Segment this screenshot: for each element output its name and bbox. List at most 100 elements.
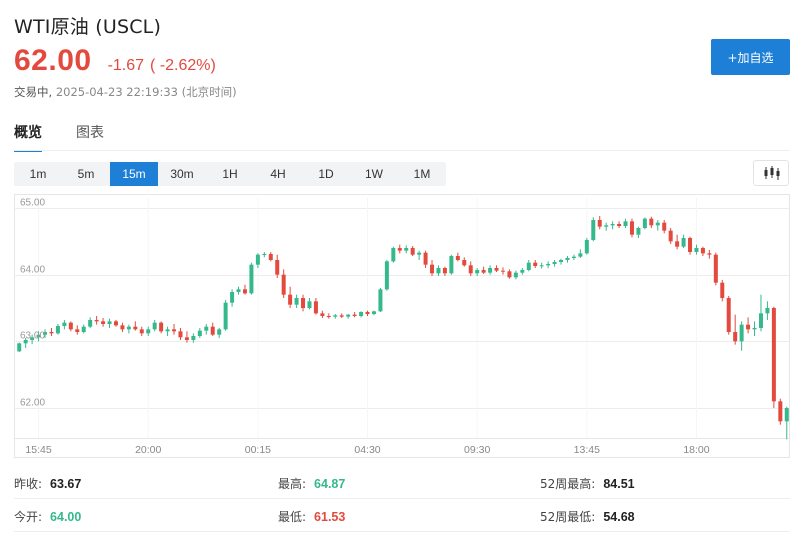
candle-body	[752, 328, 757, 330]
y-tick-label: 62.00	[20, 398, 45, 409]
stats-row-1: 昨收: 63.67 最高: 64.87 52周最高: 84.51	[14, 466, 790, 499]
stat-open: 今开: 64.00	[14, 508, 81, 525]
candle-body	[68, 322, 73, 330]
stat-label: 昨收:	[14, 477, 43, 491]
candle-body	[675, 241, 680, 247]
candle-body	[513, 272, 518, 278]
candle-body	[391, 248, 396, 262]
candle-body	[172, 329, 177, 332]
stat-value: 64.87	[314, 477, 346, 491]
candle-body	[610, 224, 615, 226]
stat-value: 63.67	[50, 477, 82, 491]
candle-body	[546, 264, 551, 266]
candle-body	[126, 326, 131, 330]
candle-body	[720, 282, 725, 298]
candle-body	[159, 322, 164, 332]
candle-body	[107, 321, 112, 324]
candle-body	[733, 332, 738, 342]
candle-body	[101, 321, 106, 324]
y-tick-label: 63.00	[20, 331, 45, 342]
candle-body	[184, 337, 189, 340]
tab-overview[interactable]: 概览	[14, 122, 42, 152]
tab-chart[interactable]: 图表	[76, 122, 104, 152]
candle-body	[436, 268, 441, 274]
period-1m[interactable]: 1m	[14, 162, 62, 186]
candle-body	[404, 248, 409, 251]
price-row: 62.00 -1.67 ( -2.62%)	[14, 44, 216, 78]
candle-body	[578, 253, 583, 257]
candle-body	[455, 256, 460, 260]
candle-body	[197, 330, 202, 336]
candle-body	[365, 312, 370, 314]
candle-body	[230, 292, 235, 303]
candle-body	[771, 308, 776, 402]
last-price: 62.00	[14, 44, 92, 77]
candle-body	[662, 222, 667, 231]
candle-body	[739, 324, 744, 342]
candle-body	[294, 298, 299, 305]
candle-body	[649, 218, 654, 226]
candle-body	[249, 264, 254, 294]
stat-label: 今开:	[14, 510, 43, 524]
status-timestamp: 2025-04-23 22:19:33 (北京时间)	[55, 85, 237, 99]
candle-body	[288, 294, 293, 305]
candle-body	[746, 324, 751, 330]
period-4h[interactable]: 4H	[254, 162, 302, 186]
y-tick-label: 65.00	[20, 198, 45, 209]
candle-body	[423, 252, 428, 265]
view-tabs: 概览 图表	[14, 122, 138, 152]
x-tick-label: 18:00	[683, 444, 709, 456]
add-to-watchlist-button[interactable]: +加自选	[711, 39, 790, 75]
candle-body	[700, 248, 705, 254]
period-1w[interactable]: 1W	[350, 162, 398, 186]
x-tick-label: 09:30	[464, 444, 490, 456]
candle-body	[346, 314, 351, 317]
candle-body	[191, 336, 196, 340]
candle-body	[410, 248, 415, 255]
candle-body	[326, 316, 331, 317]
candle-body	[94, 320, 99, 322]
candle-body	[552, 262, 557, 264]
candle-body	[778, 401, 783, 422]
candle-body	[146, 329, 151, 334]
candle-body	[204, 326, 209, 331]
price-chart[interactable]: 65.00 64.00 63.00 62.00 15:45 20:00 00:15 04:30…	[14, 194, 790, 458]
candle-body	[55, 326, 60, 334]
candle-body	[565, 258, 570, 260]
candle-body	[75, 329, 80, 332]
candle-body	[178, 331, 183, 338]
candle-body	[430, 264, 435, 274]
period-30m[interactable]: 30m	[158, 162, 206, 186]
chart-frame	[14, 194, 790, 458]
chart-type-button[interactable]	[753, 160, 789, 186]
period-1d[interactable]: 1D	[302, 162, 350, 186]
candle-body	[500, 270, 505, 272]
period-1mo[interactable]: 1M	[398, 162, 446, 186]
candle-body	[281, 274, 286, 295]
period-1h[interactable]: 1H	[206, 162, 254, 186]
period-5m[interactable]: 5m	[62, 162, 110, 186]
x-tick-label: 04:30	[354, 444, 380, 456]
candle-body	[688, 238, 693, 252]
candle-body	[113, 321, 118, 326]
candle-body	[262, 254, 267, 255]
candle-body	[236, 289, 241, 292]
candle-body	[268, 254, 273, 260]
candle-body	[533, 262, 538, 266]
candle-body	[494, 268, 499, 271]
period-15m[interactable]: 15m	[110, 162, 158, 186]
candle-body	[120, 325, 125, 330]
candle-body	[139, 329, 144, 334]
candle-body	[520, 270, 525, 273]
candle-body	[417, 252, 422, 255]
stat-value: 61.53	[314, 510, 346, 524]
candle-body	[371, 311, 376, 314]
candle-body	[165, 329, 170, 332]
candle-body	[384, 261, 389, 290]
price-change: -1.67 ( -2.62%)	[108, 57, 216, 75]
candle-body	[359, 312, 364, 316]
candle-body	[442, 268, 447, 274]
x-tick-label: 13:45	[574, 444, 600, 456]
candle-body	[559, 260, 564, 262]
candle-body	[49, 332, 54, 334]
